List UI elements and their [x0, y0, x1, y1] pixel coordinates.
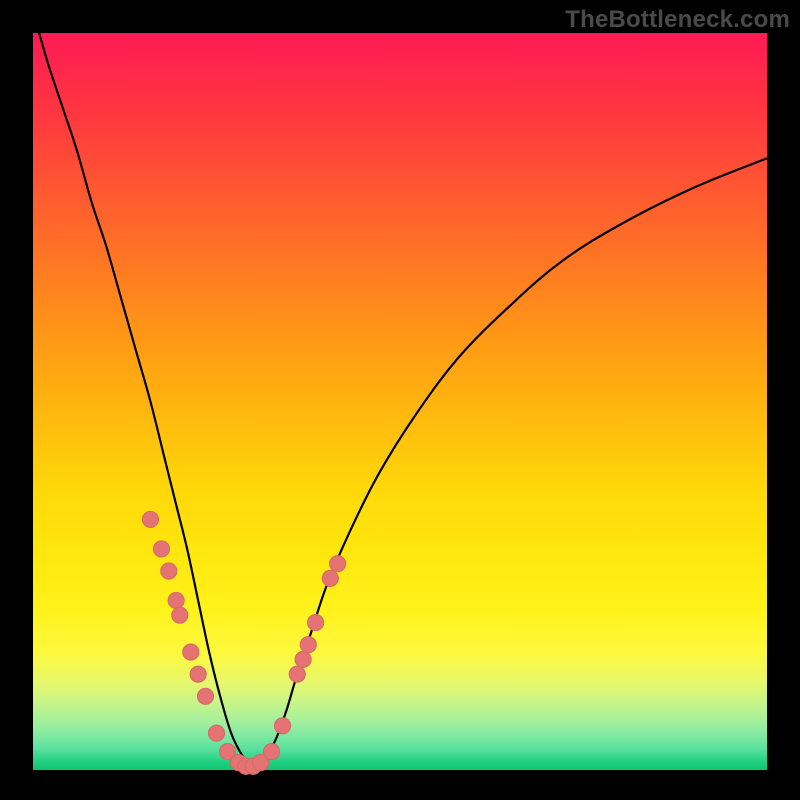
curve-marker: [274, 718, 290, 734]
curve-marker: [190, 666, 206, 682]
curve-marker: [308, 615, 324, 631]
curve-marker: [197, 688, 213, 704]
watermark-text: TheBottleneck.com: [565, 6, 790, 34]
curve-marker: [300, 637, 316, 653]
curve-marker: [172, 607, 188, 623]
curve-marker: [153, 541, 169, 557]
curve-marker: [161, 563, 177, 579]
chart-svg: [33, 33, 767, 770]
curve-marker: [330, 556, 346, 572]
outer-frame: TheBottleneck.com: [0, 0, 800, 800]
bottleneck-curve: [33, 11, 767, 767]
curve-marker: [142, 511, 158, 527]
curve-markers: [142, 511, 345, 774]
curve-marker: [183, 644, 199, 660]
curve-marker: [208, 725, 224, 741]
curve-marker: [322, 570, 338, 586]
curve-marker: [295, 651, 311, 667]
curve-marker: [263, 744, 279, 760]
curve-marker: [168, 592, 184, 608]
curve-marker: [289, 666, 305, 682]
